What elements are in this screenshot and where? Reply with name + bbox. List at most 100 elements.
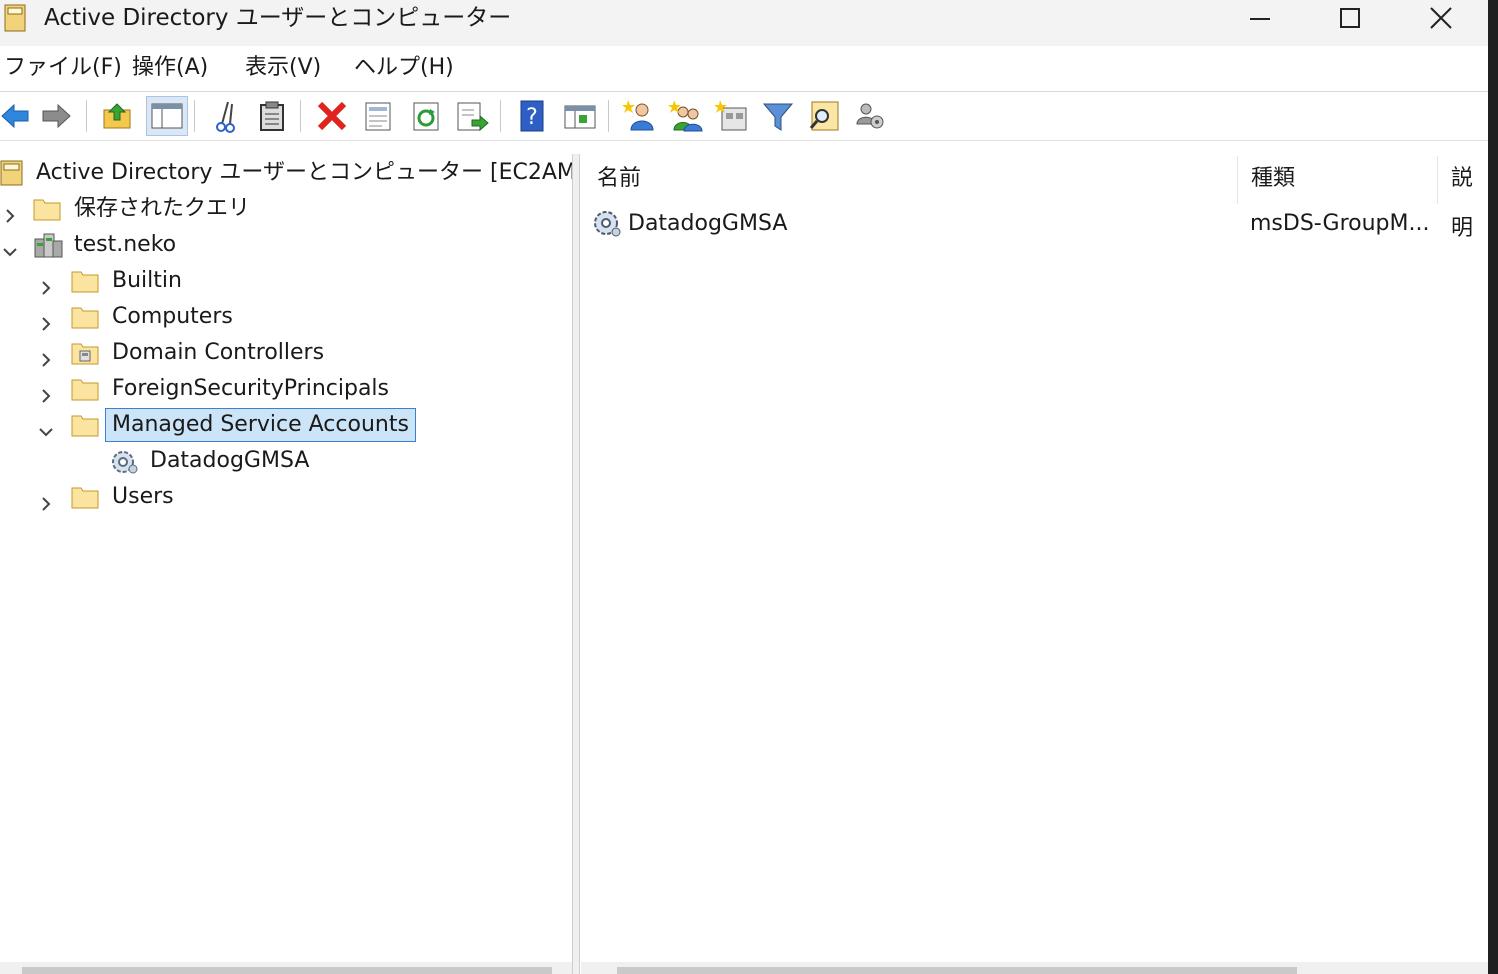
list-horizontal-scrollbar[interactable]	[581, 962, 1488, 974]
tree-item-foreign-security-principals[interactable]: ForeignSecurityPrincipals	[0, 372, 572, 406]
close-icon	[1430, 7, 1452, 29]
scrollbar-thumb[interactable]	[617, 967, 1297, 974]
menu-help[interactable]: ヘルプ(H)	[354, 53, 454, 83]
chevron-right-icon[interactable]	[38, 273, 54, 295]
toolbar-separator	[300, 100, 301, 132]
folder-icon	[70, 303, 100, 331]
folder-icon	[70, 375, 100, 403]
chevron-right-icon[interactable]	[2, 201, 18, 223]
folder-icon	[32, 195, 62, 223]
tree-item-users[interactable]: Users	[0, 480, 572, 514]
find-icon	[809, 101, 839, 131]
chevron-right-icon[interactable]	[38, 489, 54, 511]
tree-root-label: Active Directory ユーザーとコンピューター [EC2AMAZ-R…	[36, 160, 572, 185]
refresh-icon	[413, 102, 439, 131]
export-list-icon	[457, 102, 489, 132]
show-hide-tree-icon	[151, 103, 183, 129]
new-group-icon	[668, 100, 703, 132]
paste-button[interactable]	[254, 98, 290, 134]
menu-bar: ファイル(F) 操作(A) 表示(V) ヘルプ(H)	[0, 47, 1488, 92]
maximize-button[interactable]	[1315, 0, 1385, 40]
tree-item-label: DatadogGMSA	[150, 448, 310, 473]
filter-button[interactable]	[760, 98, 796, 134]
filter-icon	[762, 103, 794, 131]
minimize-button[interactable]	[1225, 0, 1295, 40]
tree-horizontal-scrollbar[interactable]	[0, 962, 572, 974]
tree-item-datadog-gmsa[interactable]: DatadogGMSA	[0, 444, 572, 478]
column-divider[interactable]	[1437, 156, 1438, 204]
tree-item-computers[interactable]: Computers	[0, 300, 572, 334]
new-user-button[interactable]	[622, 98, 658, 134]
menu-file[interactable]: ファイル(F)	[4, 53, 122, 83]
tree-item-builtin[interactable]: Builtin	[0, 264, 572, 298]
help-button[interactable]: ?	[514, 98, 550, 134]
back-button[interactable]	[0, 98, 34, 134]
column-header-name[interactable]: 名前	[597, 154, 641, 204]
chevron-right-icon[interactable]	[38, 381, 54, 403]
tree-item-label: 保存されたクエリ	[74, 196, 251, 221]
tree-item-domain[interactable]: test.neko	[0, 228, 572, 262]
list-item-type: msDS-GroupM...	[1250, 211, 1430, 236]
ou-folder-icon	[70, 339, 100, 367]
delete-icon	[317, 101, 347, 131]
show-hide-tree-button[interactable]	[146, 96, 188, 136]
minimize-icon	[1250, 18, 1270, 20]
service-account-gear-icon	[108, 447, 138, 475]
cut-button[interactable]	[208, 98, 244, 134]
forward-button[interactable]	[38, 98, 74, 134]
paste-icon	[260, 101, 284, 131]
tree-root[interactable]: Active Directory ユーザーとコンピューター [EC2AMAZ-R…	[0, 156, 572, 190]
tree-item-label: Domain Controllers	[112, 340, 325, 365]
column-header-type[interactable]: 種類	[1251, 154, 1295, 204]
chevron-down-icon[interactable]	[38, 417, 54, 437]
new-ou-button[interactable]	[714, 98, 750, 134]
properties-button[interactable]	[360, 98, 396, 134]
toolbar: ?	[0, 92, 1488, 141]
ad-console-icon	[0, 159, 30, 187]
folder-icon	[70, 411, 100, 439]
new-group-button[interactable]	[668, 98, 704, 134]
up-level-button[interactable]	[100, 98, 136, 134]
up-folder-icon	[103, 103, 131, 129]
properties-icon	[365, 102, 391, 131]
find-button[interactable]	[806, 98, 842, 134]
tree-item-saved-queries[interactable]: 保存されたクエリ	[0, 192, 572, 226]
chevron-down-icon[interactable]	[2, 237, 18, 257]
column-header-description[interactable]: 説明	[1451, 154, 1488, 241]
column-divider[interactable]	[1237, 156, 1238, 204]
close-button[interactable]	[1406, 0, 1476, 40]
details-list[interactable]: 名前 種類 説明 DatadogGMSA msDS-GroupM...	[581, 154, 1488, 962]
console-tree[interactable]: Active Directory ユーザーとコンピューター [EC2AMAZ-R…	[0, 154, 572, 962]
menu-view[interactable]: 表示(V)	[245, 53, 321, 83]
svg-text:?: ?	[526, 105, 538, 130]
tree-item-managed-service-accounts[interactable]: Managed Service Accounts	[0, 408, 572, 442]
domain-icon	[32, 231, 63, 259]
service-account-gear-icon	[591, 208, 623, 240]
cut-icon	[216, 101, 235, 133]
view-button[interactable]	[562, 98, 598, 134]
ad-console-icon	[4, 3, 26, 33]
tree-item-label: Managed Service Accounts	[105, 408, 416, 442]
scrollbar-thumb[interactable]	[22, 967, 552, 974]
tree-item-label: Users	[112, 484, 174, 509]
menu-action[interactable]: 操作(A)	[132, 53, 208, 83]
pane-splitter[interactable]	[572, 154, 580, 974]
back-arrow-icon	[1, 103, 29, 129]
toolbar-separator	[86, 100, 87, 132]
tree-item-domain-controllers[interactable]: Domain Controllers	[0, 336, 572, 370]
delegate-control-button[interactable]	[852, 98, 888, 134]
toolbar-separator	[608, 100, 609, 132]
chevron-right-icon[interactable]	[38, 309, 54, 331]
list-item-name: DatadogGMSA	[628, 211, 788, 236]
help-icon: ?	[520, 100, 544, 132]
tree-item-label: test.neko	[74, 232, 177, 257]
title-bar: Active Directory ユーザーとコンピューター	[0, 0, 1488, 46]
delete-button[interactable]	[314, 98, 350, 134]
view-icon	[564, 105, 596, 129]
list-item[interactable]: DatadogGMSA msDS-GroupM...	[581, 206, 1488, 242]
chevron-right-icon[interactable]	[38, 345, 54, 367]
refresh-button[interactable]	[408, 98, 444, 134]
window-edge	[1488, 0, 1498, 974]
export-list-button[interactable]	[454, 98, 490, 134]
tree-item-label: Computers	[112, 304, 233, 329]
